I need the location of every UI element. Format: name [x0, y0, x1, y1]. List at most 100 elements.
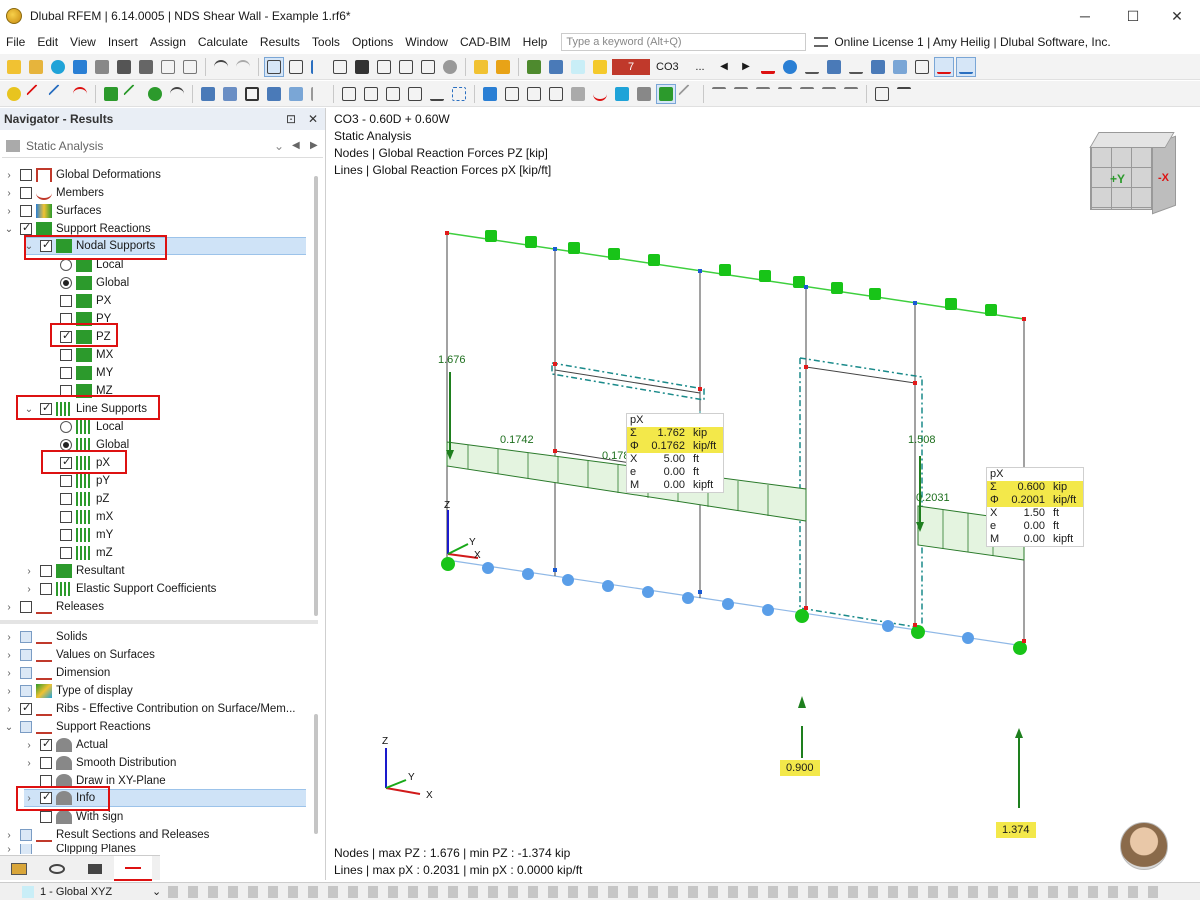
menu-insert[interactable]: Insert: [102, 32, 144, 52]
tree-line-mx[interactable]: mX: [60, 508, 306, 526]
tree-my[interactable]: MY: [60, 364, 306, 382]
expand-icon[interactable]: ›: [24, 758, 34, 769]
load-icon[interactable]: [264, 84, 284, 104]
checkbox[interactable]: [60, 475, 72, 487]
cube-icon[interactable]: [286, 84, 306, 104]
align-3-icon[interactable]: [753, 84, 773, 104]
tree-support-reactions-display[interactable]: ⌄ Support Reactions: [0, 718, 305, 736]
frame-icon[interactable]: [339, 84, 359, 104]
checkbox[interactable]: [20, 205, 32, 217]
arrow-up-icon[interactable]: [308, 84, 328, 104]
polyline-icon[interactable]: [48, 83, 68, 104]
checkbox[interactable]: [60, 295, 72, 307]
checkbox[interactable]: [20, 667, 32, 679]
avatar[interactable]: [1120, 822, 1168, 870]
view-3d-icon[interactable]: [568, 84, 588, 104]
tab-data-icon[interactable]: [0, 856, 38, 881]
hinge-icon[interactable]: [145, 84, 165, 104]
opening-icon[interactable]: [220, 84, 240, 104]
tree-mx[interactable]: MX: [60, 346, 306, 364]
load-combo-name[interactable]: CO3: [652, 61, 686, 73]
radio[interactable]: [60, 259, 72, 271]
expand-icon[interactable]: ›: [24, 584, 34, 595]
xxx-labels-icon[interactable]: [956, 56, 976, 77]
expand-icon[interactable]: ›: [4, 704, 14, 715]
results-icon[interactable]: [546, 57, 566, 77]
radio[interactable]: [60, 277, 72, 289]
navigator-close-icon[interactable]: ✕: [308, 112, 318, 126]
wall-icon[interactable]: [361, 84, 381, 104]
load-combo-more[interactable]: ...: [688, 61, 712, 73]
checkbox[interactable]: [20, 829, 32, 841]
checkbox[interactable]: [20, 844, 32, 854]
tree-px[interactable]: PX: [60, 292, 306, 310]
expand-icon[interactable]: ›: [4, 206, 14, 217]
tree-line-py[interactable]: pY: [60, 472, 306, 490]
xxx-values-icon[interactable]: [846, 57, 866, 77]
clipboard-icon[interactable]: [396, 57, 416, 77]
align-7-icon[interactable]: [841, 84, 861, 104]
checkbox[interactable]: [40, 565, 52, 577]
member-icon[interactable]: [868, 57, 888, 77]
expand-icon[interactable]: ›: [4, 668, 14, 679]
undo-icon[interactable]: [211, 57, 231, 77]
tree-surfaces[interactable]: › Surfaces: [0, 202, 305, 220]
menu-tools[interactable]: Tools: [306, 32, 346, 52]
reactions-icon[interactable]: [656, 83, 676, 104]
tree-smooth[interactable]: › Smooth Distribution: [24, 754, 306, 772]
wall3-icon[interactable]: [405, 84, 425, 104]
tree-ribs[interactable]: › Ribs - Effective Contribution on Surfac…: [0, 700, 305, 718]
measure-icon[interactable]: [449, 84, 469, 104]
menu-calculate[interactable]: Calculate: [192, 32, 254, 52]
calculate-icon[interactable]: [524, 57, 544, 77]
tree-line-local[interactable]: Local: [60, 418, 306, 436]
tree-type-display[interactable]: › Type of display: [0, 682, 305, 700]
menu-edit[interactable]: Edit: [31, 32, 64, 52]
scrollbar-lower[interactable]: [314, 714, 318, 834]
open-icon[interactable]: [26, 57, 46, 77]
dimension-icon[interactable]: [308, 57, 328, 77]
arc-icon[interactable]: [70, 84, 90, 104]
checkbox[interactable]: [60, 529, 72, 541]
xxx-icon[interactable]: [802, 57, 822, 77]
maximize-button[interactable]: ☐: [1110, 0, 1156, 32]
combo-prev-icon[interactable]: ◀: [292, 140, 300, 151]
tab-results-icon[interactable]: [114, 856, 152, 881]
section-icon[interactable]: [678, 83, 698, 104]
expand-icon[interactable]: ›: [4, 686, 14, 697]
pin-icon[interactable]: ⊡: [286, 112, 296, 126]
tree-releases[interactable]: › Releases: [0, 598, 305, 616]
checkbox[interactable]: [60, 349, 72, 361]
surface-icon[interactable]: [890, 57, 910, 77]
document-icon[interactable]: [180, 57, 200, 77]
filter-icon[interactable]: [480, 84, 500, 104]
new-model-icon[interactable]: [4, 57, 24, 77]
curve-icon[interactable]: [167, 84, 187, 104]
table-grid-icon[interactable]: [872, 84, 892, 104]
expand-icon[interactable]: ›: [4, 602, 14, 613]
checkbox[interactable]: [60, 547, 72, 559]
expand-icon[interactable]: ›: [24, 740, 34, 751]
grid-icon[interactable]: [912, 57, 932, 77]
redo-icon[interactable]: [233, 57, 253, 77]
search-input[interactable]: Type a keyword (Alt+Q): [561, 33, 807, 51]
combo-next-icon[interactable]: ▶: [310, 140, 318, 151]
view-combo[interactable]: 1 - Global XYZ: [40, 886, 152, 898]
box-icon[interactable]: [242, 84, 262, 104]
checkbox[interactable]: [60, 493, 72, 505]
menu-options[interactable]: Options: [346, 32, 399, 52]
tree-result-sections[interactable]: › Result Sections and Releases: [0, 826, 305, 844]
align-2-icon[interactable]: [731, 84, 751, 104]
load-combo-number[interactable]: 7: [612, 58, 650, 75]
checkbox[interactable]: [40, 737, 52, 751]
close-button[interactable]: ✕: [1154, 0, 1200, 32]
table-icon[interactable]: [286, 57, 306, 77]
menu-view[interactable]: View: [64, 32, 102, 52]
report-icon[interactable]: [158, 57, 178, 77]
checkbox[interactable]: [60, 367, 72, 379]
minimize-button[interactable]: ─: [1062, 0, 1108, 32]
collapse-icon[interactable]: ⌄: [4, 224, 14, 235]
tree-resultant[interactable]: › Resultant: [24, 562, 306, 580]
tree-line-pz[interactable]: pZ: [60, 490, 306, 508]
solid-icon[interactable]: [198, 84, 218, 104]
